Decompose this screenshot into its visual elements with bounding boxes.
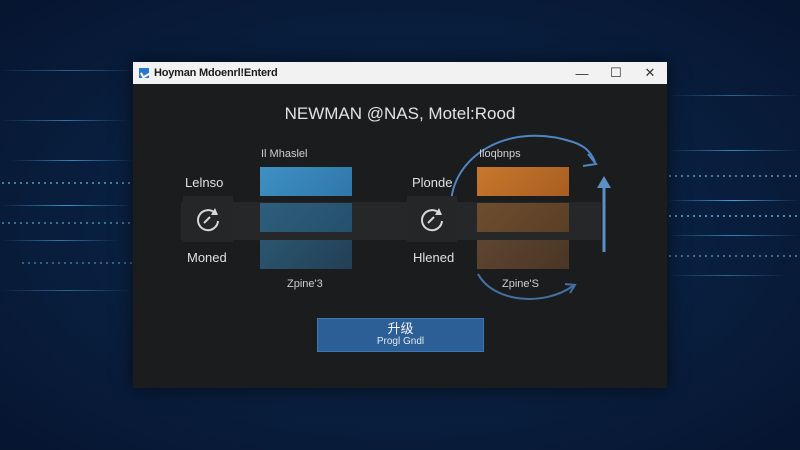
right-bottom-swatch[interactable]	[477, 240, 569, 269]
right-middle-swatch[interactable]	[477, 203, 569, 232]
right-column-label: Iloqbnps	[479, 148, 521, 160]
right-refresh-button[interactable]	[407, 196, 457, 242]
right-footer-label: Zpine'S	[502, 278, 539, 290]
right-top-label: Plonde	[412, 175, 453, 190]
left-bottom-swatch[interactable]	[260, 240, 352, 269]
left-middle-swatch[interactable]	[260, 203, 352, 232]
upgrade-button-sublabel: Progl Gndl	[376, 336, 425, 347]
left-footer-label: Zpine'3	[287, 278, 323, 290]
left-bottom-label: Moned	[187, 250, 227, 265]
right-top-swatch[interactable]	[477, 167, 569, 196]
upgrade-button[interactable]: 升级 Progl Gndl	[317, 318, 484, 352]
upgrade-button-label: 升级	[387, 321, 414, 336]
left-column-label: Il Mhaslel	[261, 148, 308, 160]
refresh-icon	[197, 208, 219, 232]
refresh-icon	[421, 208, 443, 232]
app-window: Hoyman Mdoenrl!Enterd — ☐ ✕ NEWMAN @NAS,…	[133, 62, 667, 388]
left-refresh-button[interactable]	[183, 196, 233, 242]
left-top-label: Lelnso	[185, 175, 224, 190]
right-bottom-label: Hlened	[413, 250, 455, 265]
left-top-swatch[interactable]	[260, 167, 352, 196]
